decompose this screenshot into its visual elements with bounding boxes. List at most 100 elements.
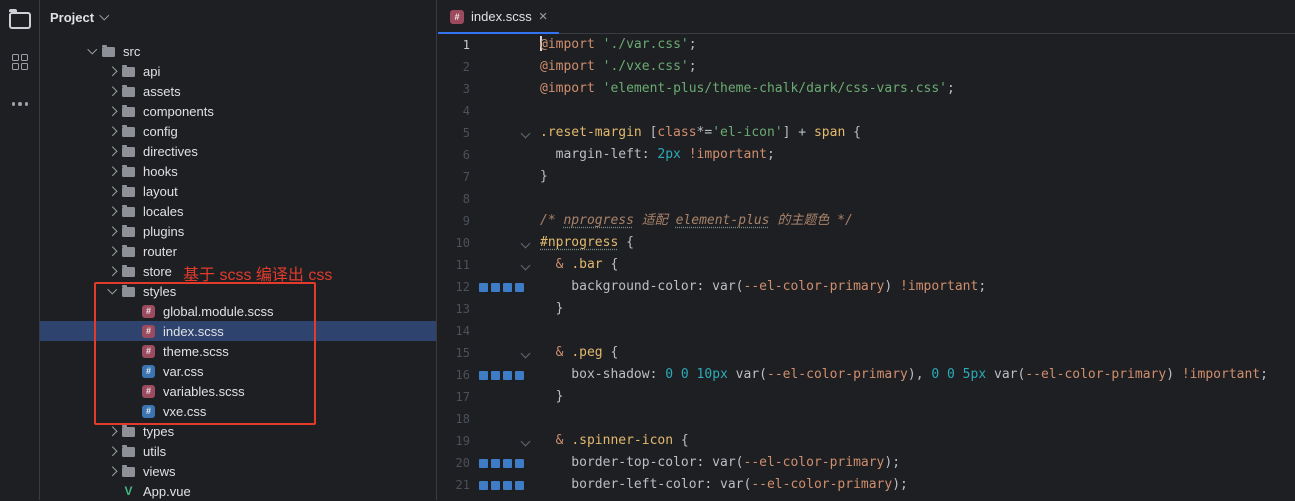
tree-row-directives[interactable]: directives	[40, 141, 436, 161]
code-line-4[interactable]: 4	[438, 100, 1295, 122]
chevron-collapsed-icon[interactable]	[104, 448, 121, 455]
tree-row-hooks[interactable]: hooks	[40, 161, 436, 181]
code-line-13[interactable]: 13 }	[438, 298, 1295, 320]
chevron-collapsed-icon[interactable]	[104, 128, 121, 135]
code-line-3[interactable]: 3@import 'element-plus/theme-chalk/dark/…	[438, 78, 1295, 100]
code-line-15[interactable]: 15 & .peg {	[438, 342, 1295, 364]
color-chip[interactable]	[491, 459, 500, 468]
color-chip[interactable]	[479, 481, 488, 490]
tab-index-scss[interactable]: # index.scss ×	[438, 0, 559, 33]
tree-row-vxe-css[interactable]: #vxe.css	[40, 401, 436, 421]
code-line-21[interactable]: 21 border-left-color: var(--el-color-pri…	[438, 474, 1295, 496]
code-token: {	[618, 235, 634, 250]
chevron-expanded-icon[interactable]	[104, 289, 121, 293]
color-chip[interactable]	[515, 459, 524, 468]
color-chip[interactable]	[491, 371, 500, 380]
fold-arrow-icon[interactable]	[521, 128, 531, 138]
color-chip[interactable]	[503, 481, 512, 490]
line-number: 18	[438, 408, 470, 430]
tree-row-locales[interactable]: locales	[40, 201, 436, 221]
project-panel-header[interactable]: Project	[40, 0, 436, 34]
code-line-19[interactable]: 19 & .spinner-icon {	[438, 430, 1295, 452]
color-chip[interactable]	[479, 459, 488, 468]
code-line-6[interactable]: 6 margin-left: 2px !important;	[438, 144, 1295, 166]
tree-row-api[interactable]: api	[40, 61, 436, 81]
code-token: './var.css'	[603, 37, 689, 52]
folder-icon	[121, 125, 136, 137]
color-chip[interactable]	[515, 371, 524, 380]
tree-row-plugins[interactable]: plugins	[40, 221, 436, 241]
tree-row-config[interactable]: config	[40, 121, 436, 141]
color-chip[interactable]	[491, 481, 500, 490]
code-line-9[interactable]: 9/* nprogress 适配 element-plus 的主题色 */	[438, 210, 1295, 232]
chevron-collapsed-icon[interactable]	[104, 468, 121, 475]
chevron-collapsed-icon[interactable]	[104, 228, 121, 235]
color-preview-chips[interactable]	[479, 459, 524, 468]
structure-tool-window-button[interactable]	[8, 50, 32, 74]
color-chip[interactable]	[503, 371, 512, 380]
tree-row-layout[interactable]: layout	[40, 181, 436, 201]
project-tool-window-button[interactable]	[8, 8, 32, 32]
chevron-collapsed-icon[interactable]	[104, 148, 121, 155]
chevron-collapsed-icon[interactable]	[104, 168, 121, 175]
chevron-collapsed-icon[interactable]	[104, 268, 121, 275]
folder-icon	[121, 225, 136, 237]
tree-row-types[interactable]: types	[40, 421, 436, 441]
code-line-12[interactable]: 12 background-color: var(--el-color-prim…	[438, 276, 1295, 298]
code-text: margin-left: 2px !important;	[540, 144, 775, 166]
code-line-7[interactable]: 7}	[438, 166, 1295, 188]
code-line-16[interactable]: 16 box-shadow: 0 0 10px var(--el-color-p…	[438, 364, 1295, 386]
color-preview-chips[interactable]	[479, 283, 524, 292]
color-chip[interactable]	[503, 283, 512, 292]
code-line-8[interactable]: 8	[438, 188, 1295, 210]
code-line-17[interactable]: 17 }	[438, 386, 1295, 408]
line-number: 19	[438, 430, 470, 452]
color-preview-chips[interactable]	[479, 371, 524, 380]
tree-row-theme-scss[interactable]: #theme.scss	[40, 341, 436, 361]
fold-arrow-icon[interactable]	[521, 238, 531, 248]
code-line-11[interactable]: 11 & .bar {	[438, 254, 1295, 276]
chevron-collapsed-icon[interactable]	[104, 208, 121, 215]
color-preview-chips[interactable]	[479, 481, 524, 490]
code-line-10[interactable]: 10#nprogress {	[438, 232, 1295, 254]
code-line-14[interactable]: 14	[438, 320, 1295, 342]
tree-row-utils[interactable]: utils	[40, 441, 436, 461]
tree-row-var-css[interactable]: #var.css	[40, 361, 436, 381]
color-chip[interactable]	[491, 283, 500, 292]
tree-item-label: types	[143, 424, 174, 439]
tree-row-index-scss[interactable]: #index.scss	[40, 321, 436, 341]
chevron-collapsed-icon[interactable]	[104, 68, 121, 75]
code-line-2[interactable]: 2@import './vxe.css';	[438, 56, 1295, 78]
code-text: @import './vxe.css';	[540, 56, 697, 78]
tree-row-views[interactable]: views	[40, 461, 436, 481]
color-chip[interactable]	[503, 459, 512, 468]
color-chip[interactable]	[479, 371, 488, 380]
tree-row-variables-scss[interactable]: #variables.scss	[40, 381, 436, 401]
tree-row-App-vue[interactable]: VApp.vue	[40, 481, 436, 501]
tree-row-router[interactable]: router	[40, 241, 436, 261]
chevron-collapsed-icon[interactable]	[104, 428, 121, 435]
fold-arrow-icon[interactable]	[521, 436, 531, 446]
tree-row-global-module-scss[interactable]: #global.module.scss	[40, 301, 436, 321]
tree-row-src[interactable]: src	[40, 41, 436, 61]
code-line-1[interactable]: 1@import './var.css';	[438, 34, 1295, 56]
chevron-collapsed-icon[interactable]	[104, 108, 121, 115]
tree-row-components[interactable]: components	[40, 101, 436, 121]
fold-arrow-icon[interactable]	[521, 348, 531, 358]
code-area[interactable]: 1@import './var.css';2@import './vxe.css…	[438, 34, 1295, 500]
code-line-18[interactable]: 18	[438, 408, 1295, 430]
color-chip[interactable]	[515, 283, 524, 292]
code-line-20[interactable]: 20 border-top-color: var(--el-color-prim…	[438, 452, 1295, 474]
code-line-5[interactable]: 5.reset-margin [class*='el-icon'] + span…	[438, 122, 1295, 144]
chevron-collapsed-icon[interactable]	[104, 248, 121, 255]
color-chip[interactable]	[479, 283, 488, 292]
chevron-expanded-icon[interactable]	[84, 49, 101, 53]
fold-arrow-icon[interactable]	[521, 260, 531, 270]
code-token: }	[540, 301, 563, 316]
color-chip[interactable]	[515, 481, 524, 490]
tab-close-icon[interactable]: ×	[539, 9, 548, 24]
chevron-collapsed-icon[interactable]	[104, 88, 121, 95]
more-tool-windows-button[interactable]	[8, 92, 32, 116]
tree-row-assets[interactable]: assets	[40, 81, 436, 101]
chevron-collapsed-icon[interactable]	[104, 188, 121, 195]
